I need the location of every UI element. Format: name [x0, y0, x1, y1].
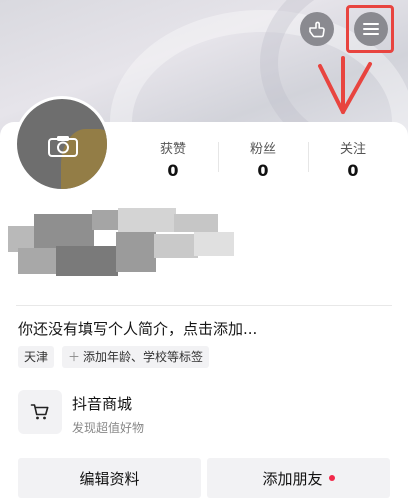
stat-value: 0 — [347, 161, 359, 180]
section-divider — [16, 305, 392, 306]
bio-placeholder[interactable]: 你还没有填写个人简介，点击添加... — [18, 318, 257, 339]
add-tags-label: 添加年龄、学校等标签 — [83, 350, 204, 364]
profile-stats: 获赞 0 粉丝 0 关注 0 — [128, 138, 398, 180]
plus-icon: ＋ — [68, 350, 81, 364]
stat-value: 0 — [257, 161, 269, 180]
shop-title[interactable]: 抖音商城 — [72, 393, 132, 414]
stat-label: 粉丝 — [249, 142, 276, 157]
avatar[interactable] — [14, 96, 110, 192]
cart-icon — [30, 404, 49, 420]
stat-followers[interactable]: 粉丝 0 — [218, 138, 308, 180]
stat-following[interactable]: 关注 0 — [308, 138, 398, 180]
stat-value: 0 — [167, 161, 179, 180]
camera-icon — [48, 136, 78, 157]
shop-entry-icon-box[interactable] — [18, 390, 62, 434]
notification-dot — [328, 475, 335, 481]
add-friend-button[interactable]: 添加朋友 — [207, 458, 390, 498]
edit-profile-button[interactable]: 编辑资料 — [18, 458, 201, 498]
shop-subtitle: 发现超值好物 — [72, 421, 145, 435]
stat-label: 关注 — [339, 142, 366, 157]
stat-label: 获赞 — [159, 142, 186, 157]
add-friend-label: 添加朋友 — [262, 469, 323, 488]
edit-profile-label: 编辑资料 — [79, 469, 140, 488]
add-tags-button[interactable]: ＋添加年龄、学校等标签 — [62, 346, 210, 368]
tag-city[interactable]: 天津 — [18, 346, 55, 368]
redacted-username — [8, 208, 248, 282]
stat-likes[interactable]: 获赞 0 — [128, 138, 218, 180]
